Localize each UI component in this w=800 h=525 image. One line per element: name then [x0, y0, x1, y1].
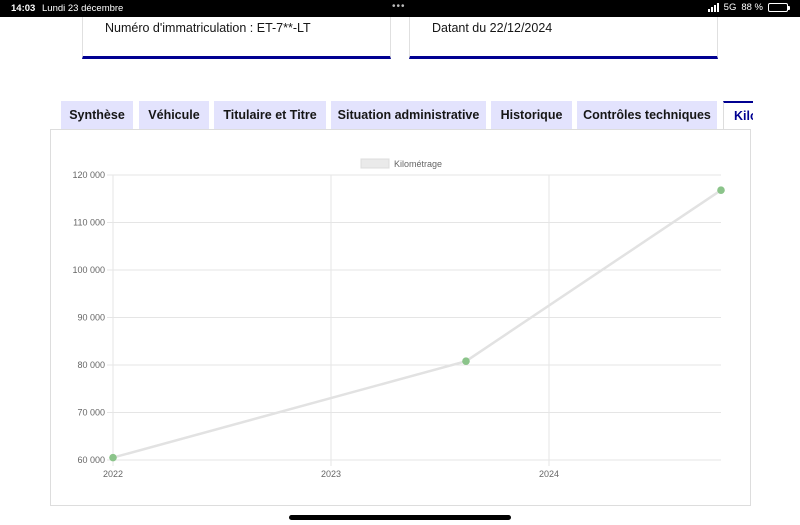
y-tick-label: 100 000 — [72, 265, 105, 275]
status-date: Lundi 23 décembre — [42, 3, 124, 14]
date-card: Datant du 22/12/2024 — [409, 17, 718, 59]
tab-situation-administrative[interactable]: Situation administrative — [331, 101, 486, 129]
tab-vehicule[interactable]: Véhicule — [139, 101, 209, 129]
mileage-panel: 60 000 70 000 80 000 90 000 100 000 110 000 12… — [50, 129, 751, 506]
tab-bar: Synthèse Véhicule Titulaire et Titre Sit… — [0, 101, 800, 129]
status-right: 5G 88 % — [707, 2, 790, 13]
data-point — [109, 453, 117, 462]
registration-card: Numéro d'immatriculation : ET-7**-LT — [82, 17, 391, 59]
tab-kilometrage[interactable]: Kilométrage — [723, 101, 753, 129]
chart-series — [109, 186, 725, 462]
network-label: 5G — [723, 2, 737, 13]
status-bar: 14:03 Lundi 23 décembre ••• 5G 88 % — [0, 0, 800, 17]
y-tick-label: 90 000 — [77, 313, 105, 323]
tab-historique[interactable]: Historique — [491, 101, 572, 129]
registration-number: Numéro d'immatriculation : ET-7**-LT — [105, 21, 311, 35]
data-point — [717, 186, 725, 194]
battery-label: 88 % — [741, 2, 763, 13]
signal-icon — [707, 3, 719, 12]
chart-grid — [107, 174, 721, 466]
x-tick-label: 2022 — [103, 469, 123, 479]
chart-legend: Kilométrage — [360, 158, 442, 169]
y-tick-label: 120 000 — [72, 170, 105, 180]
tab-titulaire-titre[interactable]: Titulaire et Titre — [214, 101, 326, 129]
data-point — [462, 357, 470, 365]
y-tick-label: 60 000 — [77, 455, 105, 465]
report-date: Datant du 22/12/2024 — [432, 21, 553, 35]
y-tick-label: 110 000 — [73, 218, 105, 228]
x-tick-label: 2024 — [539, 469, 559, 479]
status-time: 14:03 — [11, 3, 36, 14]
tab-synthese[interactable]: Synthèse — [61, 101, 133, 129]
battery-icon — [768, 3, 790, 12]
mileage-chart: 60 000 70 000 80 000 90 000 100 000 110 000 12… — [72, 158, 725, 479]
x-tick-label: 2023 — [321, 469, 341, 479]
series-line — [112, 189, 722, 459]
y-tick-label: 70 000 — [77, 408, 105, 418]
home-indicator[interactable] — [289, 515, 511, 520]
chart-axis-labels: 60 000 70 000 80 000 90 000 100 000 110 000 12… — [72, 170, 559, 479]
y-tick-label: 80 000 — [77, 360, 105, 370]
tab-controles-techniques[interactable]: Contrôles techniques — [577, 101, 717, 129]
multitasking-dots-icon[interactable]: ••• — [392, 1, 406, 12]
legend-swatch — [360, 158, 390, 169]
legend-label: Kilométrage — [394, 159, 442, 169]
